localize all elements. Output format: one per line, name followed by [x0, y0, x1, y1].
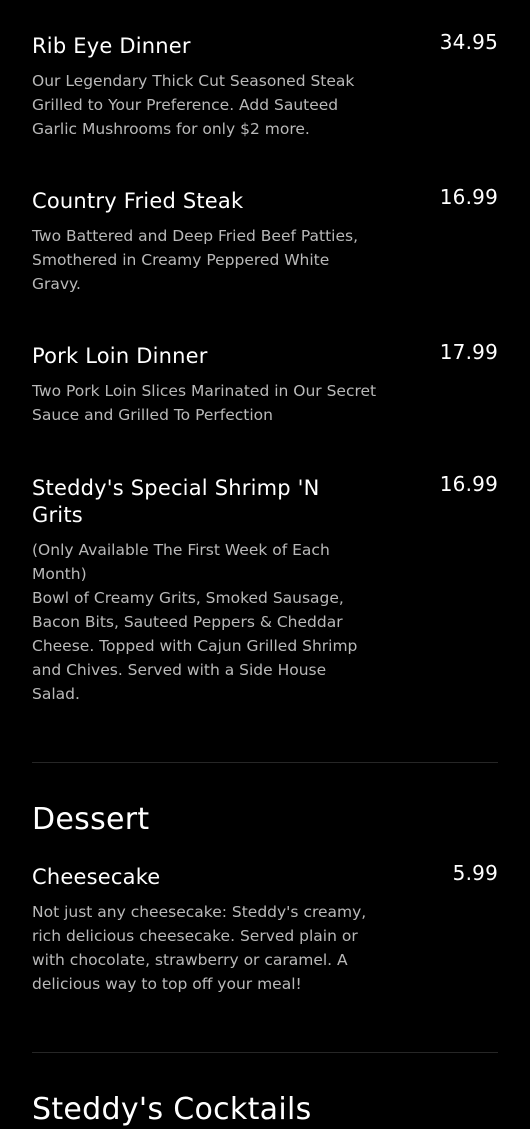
- item-name: Steddy's Special Shrimp 'N Grits: [32, 476, 320, 527]
- item-name: Pork Loin Dinner: [32, 344, 208, 368]
- item-description: Two Pork Loin Slices Marinated in Our Se…: [32, 382, 377, 424]
- menu-item-cheesecake: Cheesecake 5.99 Not just any cheesecake:…: [32, 861, 498, 996]
- item-price: 16.99: [439, 472, 498, 496]
- item-description: Our Legendary Thick Cut Seasoned Steak G…: [32, 72, 355, 138]
- section-title-dessert: Dessert: [32, 802, 150, 837]
- item-price: 16.99: [439, 185, 498, 209]
- item-name: Country Fried Steak: [32, 189, 244, 213]
- item-description: Two Battered and Deep Fried Beef Patties…: [32, 227, 359, 293]
- item-name: Rib Eye Dinner: [32, 34, 191, 58]
- item-price: 5.99: [452, 861, 498, 885]
- menu-item-shrimp-n-grits: Steddy's Special Shrimp 'N Grits 16.99 (…: [32, 472, 498, 706]
- item-description: (Only Available The First Week of Each M…: [32, 541, 358, 703]
- item-description: Not just any cheesecake: Steddy's creamy…: [32, 903, 367, 993]
- menu-item-pork-loin-dinner: Pork Loin Dinner 17.99 Two Pork Loin Sli…: [32, 340, 498, 427]
- item-price: 17.99: [439, 340, 498, 364]
- item-name: Cheesecake: [32, 865, 161, 889]
- section-divider: [32, 762, 498, 763]
- section-title-cocktails: Steddy's Cocktails: [32, 1092, 312, 1127]
- item-price: 34.95: [439, 30, 498, 54]
- menu-item-country-fried-steak: Country Fried Steak 16.99 Two Battered a…: [32, 185, 498, 296]
- section-divider: [32, 1052, 498, 1053]
- menu-item-rib-eye-dinner: Rib Eye Dinner 34.95 Our Legendary Thick…: [32, 30, 498, 141]
